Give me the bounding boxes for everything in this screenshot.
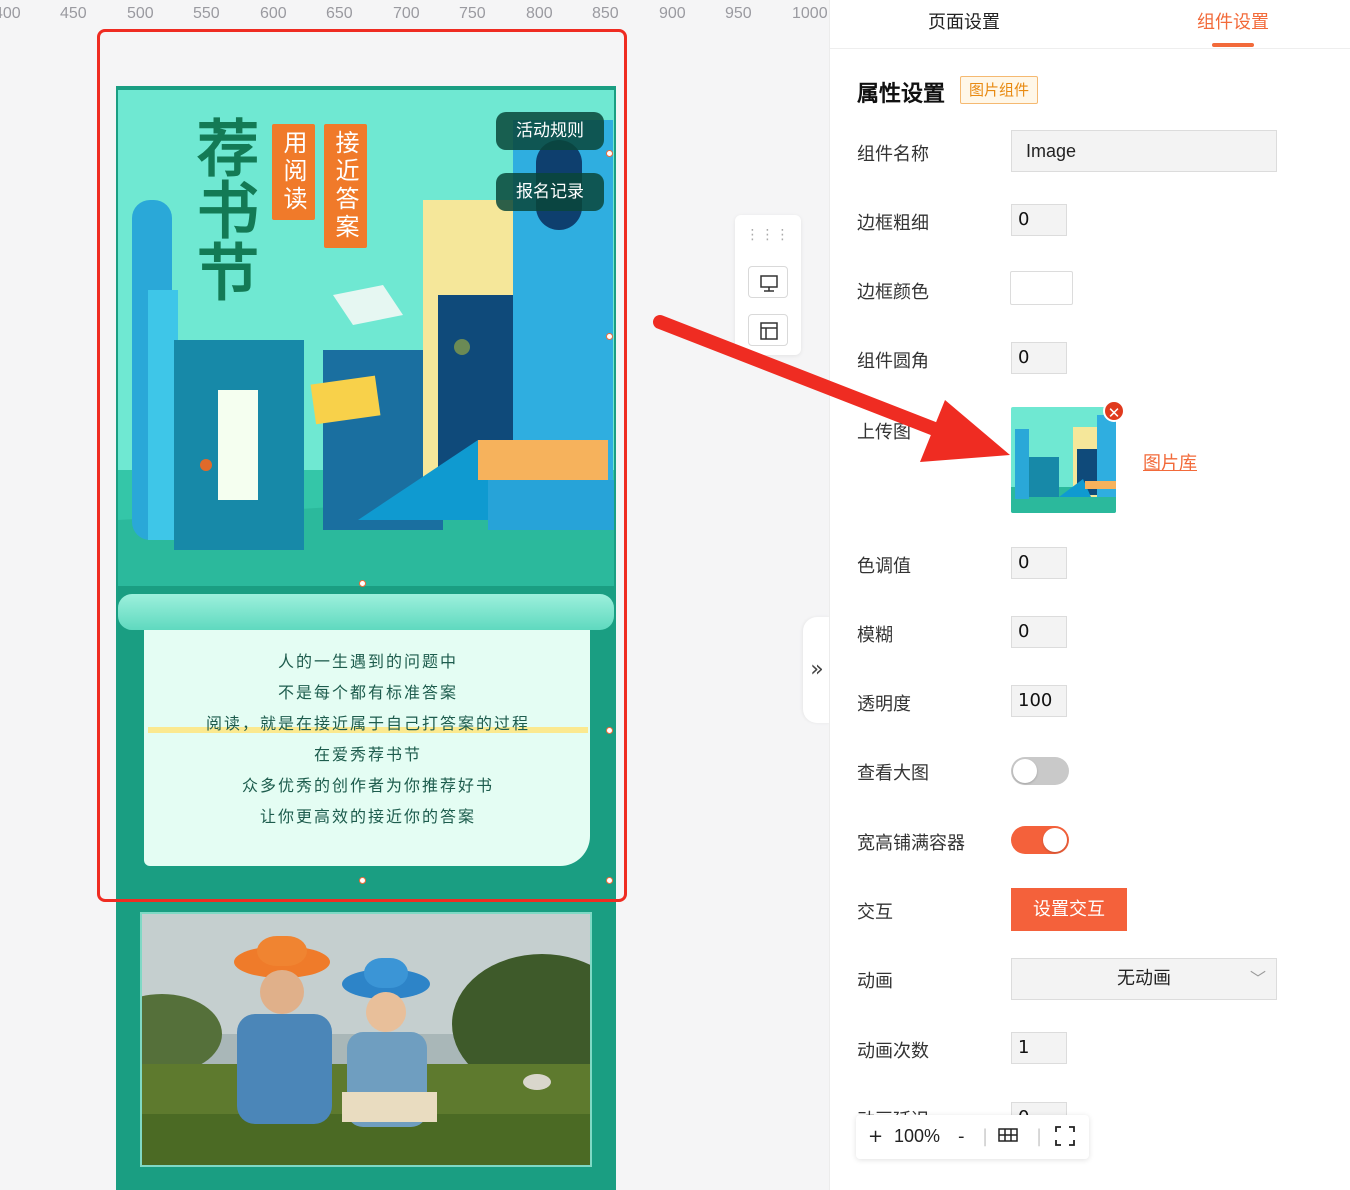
zoom-in-button[interactable]: + xyxy=(868,1126,883,1147)
ruler-tick: 500 xyxy=(127,5,154,22)
border-width-input[interactable]: 0 xyxy=(1011,204,1067,236)
ruler-tick: 400 xyxy=(0,5,21,22)
zoom-out-button[interactable]: - xyxy=(958,1126,965,1147)
resize-handle[interactable] xyxy=(359,877,366,884)
component-name-input[interactable]: Image xyxy=(1011,130,1277,172)
border-color-picker[interactable] xyxy=(1010,271,1073,305)
hue-input[interactable]: 0 xyxy=(1011,547,1067,579)
fullscreen-icon[interactable] xyxy=(1054,1125,1076,1152)
active-tab-indicator xyxy=(1212,43,1254,47)
ruler-tick: 800 xyxy=(526,5,553,22)
toggle-knob xyxy=(1013,759,1037,783)
label-animation: 动画 xyxy=(857,971,893,992)
ruler-tick: 550 xyxy=(193,5,220,22)
corner-radius-input[interactable]: 0 xyxy=(1011,342,1067,374)
zoom-level: 100% xyxy=(894,1126,941,1146)
label-corner-radius: 组件圆角 xyxy=(857,351,929,372)
ruler-tick: 950 xyxy=(725,5,752,22)
ruler-tick: 850 xyxy=(592,5,619,22)
opacity-input[interactable]: 100 xyxy=(1011,685,1067,717)
section-title: 属性设置 xyxy=(857,82,946,107)
tab-page-settings[interactable]: 页面设置 xyxy=(928,8,1000,34)
desktop-view-button[interactable] xyxy=(748,266,788,298)
label-fill-container: 宽高铺满容器 xyxy=(857,833,965,854)
label-interaction: 交互 xyxy=(857,902,893,923)
image-library-link[interactable]: 图片库 xyxy=(1143,449,1197,475)
zoom-toolbar: + 100% - | | xyxy=(856,1115,1089,1159)
animation-select[interactable]: 无动画 ﹀ xyxy=(1011,958,1277,1000)
thumbnail-illustration xyxy=(1011,407,1116,513)
horizontal-ruler: 400 450 500 550 600 650 700 750 800 850 … xyxy=(0,0,828,30)
floating-toolbar: ⋮⋮⋮ xyxy=(735,215,801,355)
tab-divider xyxy=(830,48,1350,49)
resize-handle[interactable] xyxy=(606,727,613,734)
ruler-tick: 700 xyxy=(393,5,420,22)
label-view-large: 查看大图 xyxy=(857,763,929,784)
editor-canvas[interactable]: 400 450 500 550 600 650 700 750 800 850 … xyxy=(0,0,828,1190)
photo-illustration xyxy=(142,914,590,1165)
label-hue: 色调值 xyxy=(857,556,911,577)
view-large-toggle[interactable] xyxy=(1011,757,1069,785)
toolbar-divider: | xyxy=(1036,1126,1043,1147)
component-type-badge: 图片组件 xyxy=(960,76,1039,104)
close-icon[interactable]: ✕ xyxy=(1103,400,1125,422)
kids-reading-photo[interactable] xyxy=(140,912,592,1167)
label-animation-count: 动画次数 xyxy=(857,1041,929,1062)
ruler-tick: 750 xyxy=(459,5,486,22)
resize-handle[interactable] xyxy=(606,150,613,157)
ruler-tick: 1000 xyxy=(792,5,828,22)
chevron-down-icon: ﹀ xyxy=(1249,969,1266,988)
label-blur: 模糊 xyxy=(857,625,893,646)
toolbar-divider: | xyxy=(982,1126,989,1147)
layout-view-button[interactable] xyxy=(748,314,788,346)
resize-handle[interactable] xyxy=(359,580,366,587)
drag-handle-icon[interactable]: ⋮⋮⋮ xyxy=(735,227,801,243)
resize-handle[interactable] xyxy=(606,877,613,884)
desktop-icon xyxy=(760,275,778,292)
animation-select-value: 无动画 xyxy=(1117,968,1171,989)
ruler-tick: 600 xyxy=(260,5,287,22)
ruler-tick: 650 xyxy=(326,5,353,22)
fill-container-toggle[interactable] xyxy=(1011,826,1069,854)
toggle-knob xyxy=(1043,828,1067,852)
label-upload-image: 上传图 xyxy=(857,422,911,443)
animation-count-input[interactable]: 1 xyxy=(1011,1032,1067,1064)
layout-icon xyxy=(760,322,778,340)
uploaded-image-thumbnail[interactable] xyxy=(1011,407,1116,513)
blur-input[interactable]: 0 xyxy=(1011,616,1067,648)
set-interaction-button[interactable]: 设置交互 xyxy=(1011,888,1127,931)
collapse-arrows-icon[interactable]: » xyxy=(803,617,831,723)
label-component-name: 组件名称 xyxy=(857,144,929,165)
ruler-tick: 450 xyxy=(60,5,87,22)
grid-icon[interactable] xyxy=(998,1125,1018,1150)
label-border-color: 边框颜色 xyxy=(857,282,929,303)
tab-component-settings[interactable]: 组件设置 xyxy=(1197,8,1269,34)
properties-panel: 页面设置 组件设置 属性设置 图片组件 组件名称 Image 边框粗细 0 边框… xyxy=(829,0,1350,1190)
resize-handle[interactable] xyxy=(606,333,613,340)
selected-component-outline xyxy=(97,29,627,902)
label-border-width: 边框粗细 xyxy=(857,213,929,234)
label-opacity: 透明度 xyxy=(857,694,911,715)
ruler-tick: 900 xyxy=(659,5,686,22)
